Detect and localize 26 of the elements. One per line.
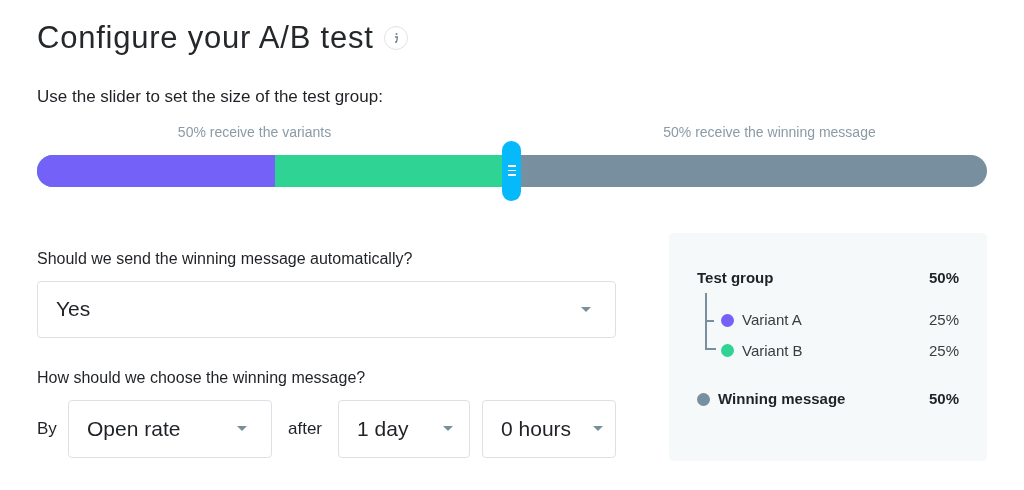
caret-icon — [443, 426, 454, 431]
summary-value: 25% — [928, 340, 959, 361]
by-label: By — [37, 417, 58, 440]
summary-label: Variant A — [742, 310, 803, 330]
slider-thumb[interactable] — [502, 140, 521, 201]
dropdown[interactable]: 0 hours — [482, 399, 617, 458]
dropdown[interactable]: Yes — [37, 280, 617, 338]
slider-label: 50% receive the winning message — [663, 122, 876, 142]
caret-icon — [593, 426, 604, 431]
caret-icon — [237, 426, 247, 431]
page-title: Configure your A/B test — [37, 18, 374, 57]
slider-prompt: Use the slider to set the size of the test group: — [37, 86, 384, 108]
slider-label: 50% receive the variants — [177, 122, 332, 142]
question-label: How should we choose the winning message? — [37, 367, 367, 388]
caret-icon — [581, 306, 592, 312]
slider-track[interactable] — [37, 140, 987, 201]
dropdown[interactable]: 1 day — [338, 399, 471, 458]
summary-label: Winning message — [718, 389, 847, 409]
after-label: after — [288, 417, 323, 440]
summary-label: Test group — [697, 267, 774, 288]
summary-value: 50% — [928, 389, 959, 409]
summary-value: 50% — [928, 267, 959, 288]
summary-value: 25% — [928, 310, 959, 330]
dropdown[interactable]: Open rate — [68, 399, 272, 458]
summary-label: Variant B — [742, 340, 804, 361]
question-label: Should we send the winning message automatically? — [37, 248, 414, 269]
